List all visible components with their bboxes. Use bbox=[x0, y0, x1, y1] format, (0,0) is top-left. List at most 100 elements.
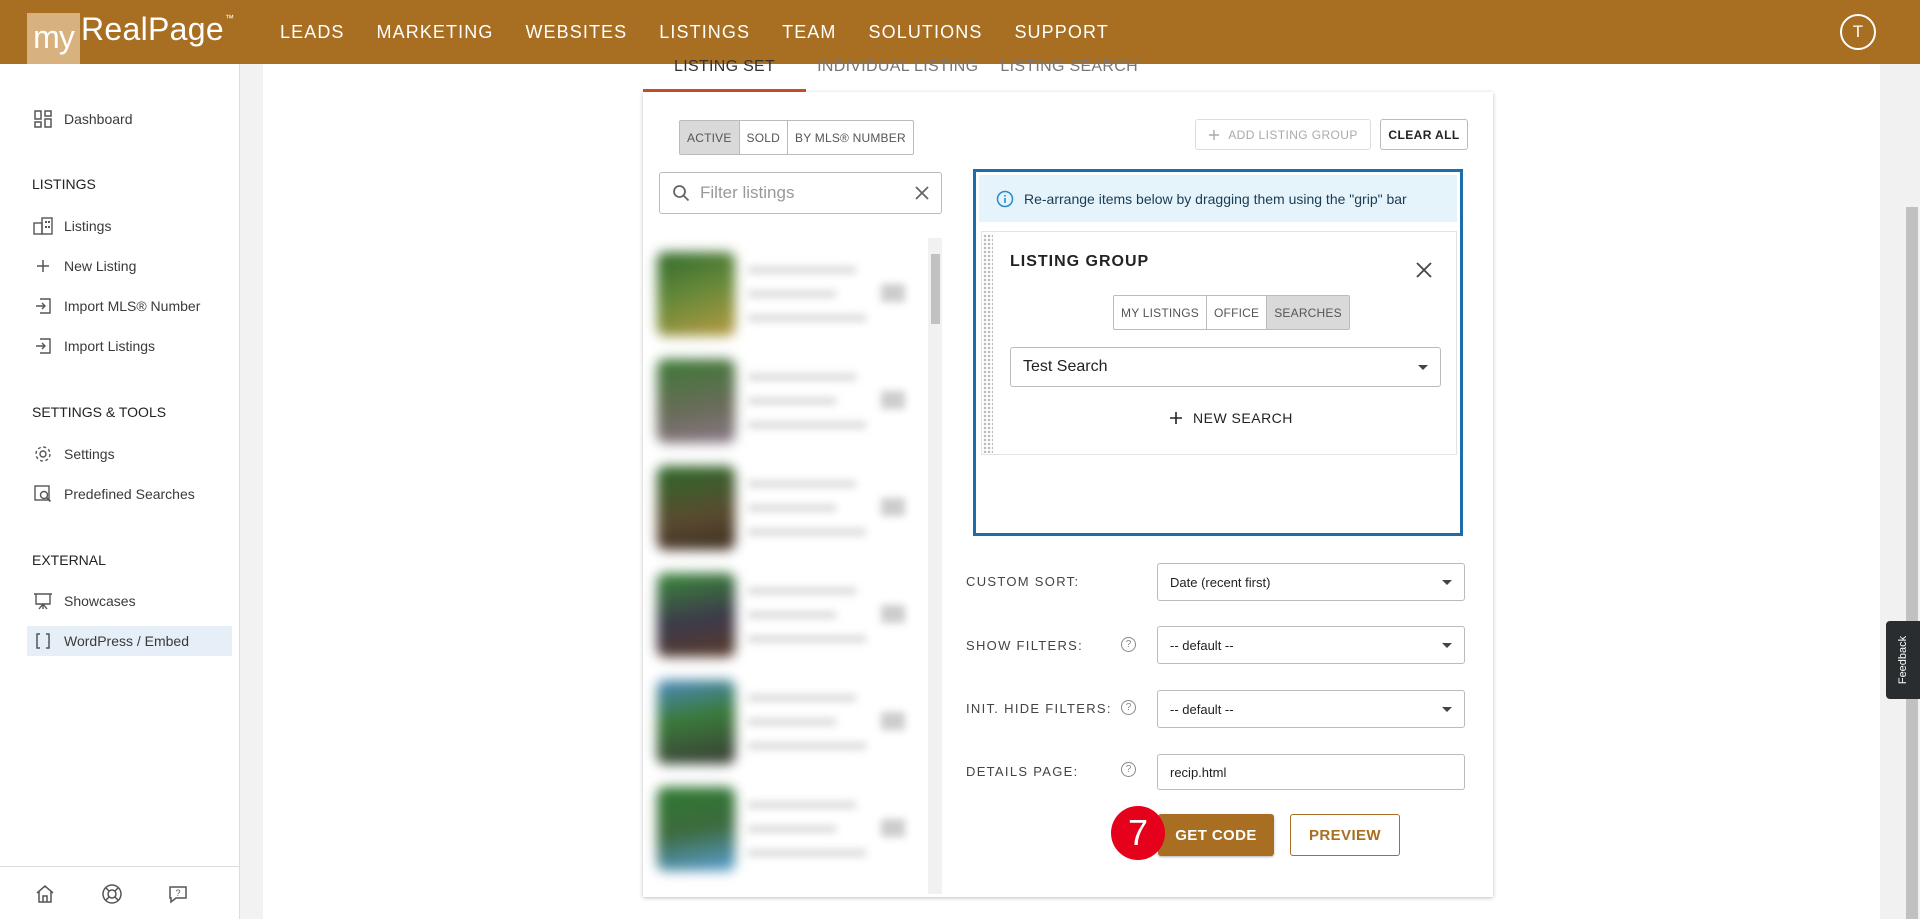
clear-all-button[interactable]: CLEAR ALL bbox=[1380, 119, 1468, 150]
myrealpage-logo[interactable]: my RealPage ™ bbox=[27, 13, 234, 65]
source-my-listings-button[interactable]: MY LISTINGS bbox=[1114, 296, 1207, 329]
list-item[interactable] bbox=[643, 353, 930, 449]
logo-text: RealPage bbox=[81, 11, 224, 47]
list-item[interactable] bbox=[643, 674, 930, 770]
sidebar-section-external: EXTERNAL bbox=[32, 552, 106, 568]
new-search-label: NEW SEARCH bbox=[1193, 410, 1293, 426]
nav-support[interactable]: SUPPORT bbox=[1014, 22, 1108, 43]
init-hide-filters-select[interactable]: -- default -- bbox=[1157, 690, 1465, 728]
listing-text-line bbox=[747, 314, 867, 322]
chat-help-icon[interactable]: ? bbox=[167, 883, 189, 905]
sidebar-item-dashboard[interactable]: Dashboard bbox=[32, 104, 133, 134]
sidebar-item-settings[interactable]: Settings bbox=[32, 439, 115, 469]
listing-text-line bbox=[747, 397, 837, 405]
source-searches-button[interactable]: SEARCHES bbox=[1267, 296, 1349, 329]
sidebar-item-label: New Listing bbox=[64, 258, 137, 274]
add-listing-group-button[interactable]: ADD LISTING GROUP bbox=[1195, 119, 1371, 150]
drag-info-text: Re-arrange items below by dragging them … bbox=[1024, 190, 1407, 207]
nav-team[interactable]: TEAM bbox=[782, 22, 836, 43]
nav-solutions[interactable]: SOLUTIONS bbox=[869, 22, 983, 43]
nav-leads[interactable]: LEADS bbox=[280, 22, 345, 43]
sidebar-item-import-listings[interactable]: Import Listings bbox=[32, 331, 155, 361]
show-filters-select[interactable]: -- default -- bbox=[1157, 626, 1465, 664]
sidebar-item-listings[interactable]: Listings bbox=[32, 211, 111, 241]
plus-icon bbox=[32, 255, 54, 277]
listing-text-line bbox=[747, 694, 857, 702]
new-search-button[interactable]: NEW SEARCH bbox=[1169, 410, 1293, 426]
search-select[interactable]: Test Search bbox=[1010, 347, 1441, 387]
filter-listings-field[interactable] bbox=[659, 172, 942, 214]
sidebar-item-label: Listings bbox=[64, 218, 112, 234]
get-code-button[interactable]: GET CODE bbox=[1158, 814, 1274, 856]
clear-filter-icon[interactable] bbox=[914, 185, 930, 201]
list-item[interactable] bbox=[643, 567, 930, 663]
custom-sort-label: CUSTOM SORT: bbox=[966, 574, 1080, 589]
add-listing-button[interactable] bbox=[881, 391, 905, 409]
add-listing-button[interactable] bbox=[881, 605, 905, 623]
drag-grip-handle[interactable] bbox=[983, 234, 993, 453]
status-by-mls-button[interactable]: BY MLS® NUMBER bbox=[788, 121, 913, 154]
sidebar-item-label: Showcases bbox=[64, 593, 136, 609]
add-listing-button[interactable] bbox=[881, 284, 905, 302]
add-listing-button[interactable] bbox=[881, 712, 905, 730]
sidebar-item-import-mls[interactable]: Import MLS® Number bbox=[32, 291, 200, 321]
page-scrollbar-thumb[interactable] bbox=[1906, 207, 1918, 919]
source-office-button[interactable]: OFFICE bbox=[1207, 296, 1268, 329]
add-listing-button[interactable] bbox=[881, 819, 905, 837]
home-icon[interactable] bbox=[34, 883, 56, 905]
details-page-input[interactable]: recip.html bbox=[1157, 754, 1465, 790]
list-item[interactable] bbox=[643, 781, 930, 877]
list-item[interactable] bbox=[643, 460, 930, 556]
info-icon bbox=[996, 190, 1014, 208]
svg-text:?: ? bbox=[175, 888, 180, 898]
chevron-down-icon bbox=[1442, 579, 1452, 585]
listing-photo bbox=[657, 680, 735, 764]
listings-scrollbar[interactable] bbox=[928, 238, 942, 894]
plus-icon bbox=[1169, 411, 1183, 425]
filter-listings-input[interactable] bbox=[700, 183, 900, 203]
sidebar-section-listings: LISTINGS bbox=[32, 176, 96, 192]
nav-marketing[interactable]: MARKETING bbox=[377, 22, 494, 43]
sidebar-item-predefined-searches[interactable]: Predefined Searches bbox=[32, 479, 195, 509]
add-listing-button[interactable] bbox=[881, 498, 905, 516]
user-avatar[interactable]: T bbox=[1840, 14, 1876, 50]
custom-sort-value: Date (recent first) bbox=[1170, 574, 1271, 590]
feedback-tab[interactable]: Feedback bbox=[1886, 621, 1920, 699]
tab-listing-search[interactable]: LISTING SEARCH bbox=[989, 52, 1149, 92]
chevron-down-icon bbox=[1442, 706, 1452, 712]
listing-text-line bbox=[747, 528, 867, 536]
tab-individual-listing[interactable]: INDIVIDUAL LISTING bbox=[806, 52, 989, 92]
status-active-button[interactable]: ACTIVE bbox=[680, 121, 740, 154]
help-icon[interactable]: ? bbox=[1121, 762, 1136, 777]
tab-listing-set[interactable]: LISTING SET bbox=[643, 52, 807, 92]
listing-text-line bbox=[747, 849, 867, 857]
import-icon bbox=[32, 335, 54, 357]
sidebar-item-wordpress-embed[interactable]: WordPress / Embed bbox=[27, 626, 232, 656]
listing-text-line bbox=[747, 373, 857, 381]
listing-photo bbox=[657, 787, 735, 871]
nav-listings[interactable]: LISTINGS bbox=[659, 22, 750, 43]
details-page-label: DETAILS PAGE: bbox=[966, 764, 1079, 779]
nav-websites[interactable]: WEBSITES bbox=[525, 22, 627, 43]
help-icon[interactable]: ? bbox=[1121, 700, 1136, 715]
logo-box: my bbox=[27, 13, 80, 65]
listing-text-line bbox=[747, 718, 837, 726]
close-icon[interactable] bbox=[1416, 262, 1432, 278]
listing-text-line bbox=[747, 266, 857, 274]
custom-sort-select[interactable]: Date (recent first) bbox=[1157, 563, 1465, 601]
sidebar-item-showcases[interactable]: Showcases bbox=[32, 586, 136, 616]
list-item[interactable] bbox=[643, 246, 930, 342]
listing-photo bbox=[657, 466, 735, 550]
lifebuoy-icon[interactable] bbox=[101, 883, 123, 905]
sidebar-item-new-listing[interactable]: New Listing bbox=[32, 251, 136, 281]
listing-group-title: LISTING GROUP bbox=[1010, 253, 1150, 270]
help-icon[interactable]: ? bbox=[1121, 637, 1136, 652]
preview-button[interactable]: PREVIEW bbox=[1290, 814, 1400, 856]
status-sold-button[interactable]: SOLD bbox=[740, 121, 789, 154]
search-select-value: Test Search bbox=[1023, 358, 1108, 375]
status-filter-toggle: ACTIVE SOLD BY MLS® NUMBER bbox=[679, 120, 914, 155]
sidebar-footer: ? bbox=[0, 866, 240, 919]
listing-photo bbox=[657, 359, 735, 443]
listings-scrollbar-thumb[interactable] bbox=[931, 254, 940, 324]
logo-trademark: ™ bbox=[224, 13, 234, 23]
